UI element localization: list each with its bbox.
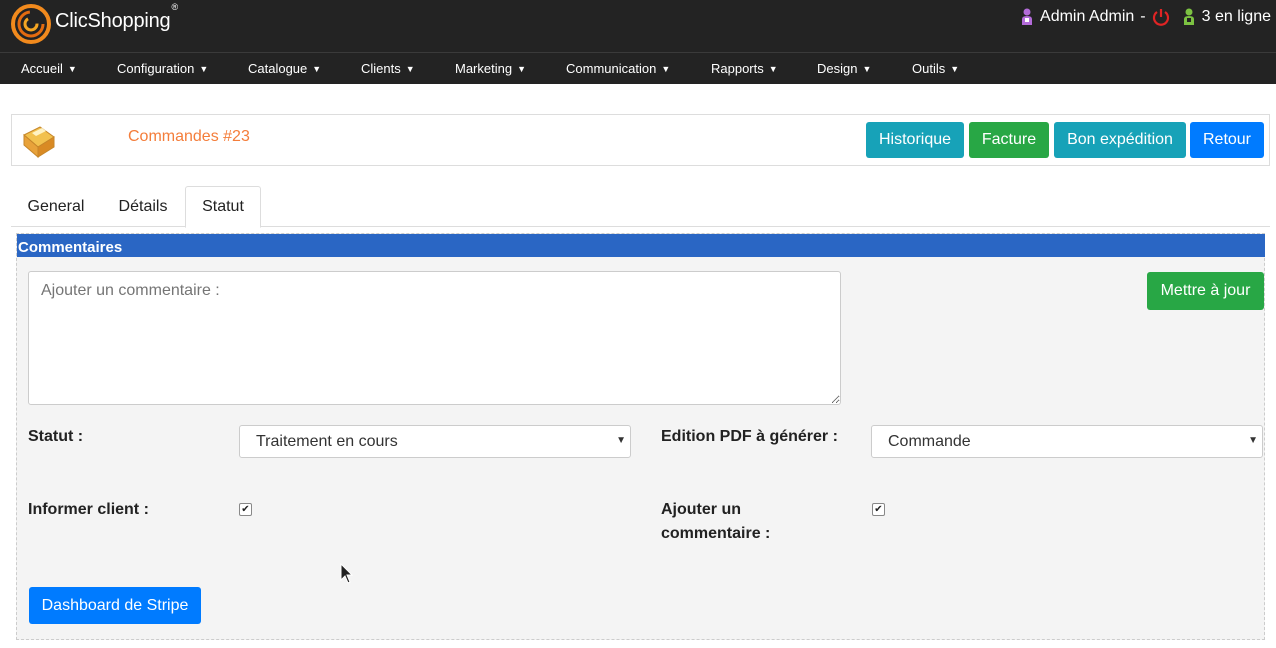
nav-label: Communication [566,61,657,76]
caret-down-icon: ▼ [950,64,960,74]
nav-label: Marketing [455,61,513,76]
tab-status[interactable]: Statut [185,186,261,228]
caret-down-icon: ▼ [768,64,778,74]
user-name[interactable]: Admin Admin [1040,8,1134,26]
user-icon [1022,8,1033,25]
tab-general[interactable]: General [16,186,96,227]
nav-label: Catalogue [248,61,308,76]
notify-customer-label: Informer client : [28,501,149,518]
comment-textarea[interactable] [28,271,841,405]
page-title: Commandes #23 [128,128,250,145]
user-separator: - [1140,8,1146,25]
nav-marketing[interactable]: Marketing ▼ [455,61,526,76]
user-box: Admin Admin - 3 en ligne [1020,8,1271,26]
nav-catalogue[interactable]: Catalogue ▼ [248,61,321,76]
invoice-button[interactable]: Facture [969,122,1049,158]
caret-down-icon: ▼ [517,64,526,74]
add-comment-checkbox[interactable]: ✔ [872,503,885,516]
nav-clients[interactable]: Clients ▼ [361,61,415,76]
brand-mark: ® [171,2,178,13]
tab-details[interactable]: Détails [103,186,183,227]
brand-text: ClicShopping [55,10,171,32]
caret-down-icon: ▼ [312,64,322,74]
status-label: Statut : [28,428,84,445]
shipping-slip-button[interactable]: Bon expédition [1054,122,1186,158]
page-header: Commandes #23 Historique Facture Bon exp… [11,114,1270,166]
nav-outils[interactable]: Outils ▼ [912,61,959,76]
clicshopping-logo-icon[interactable] [11,4,51,44]
update-button[interactable]: Mettre à jour [1147,272,1264,310]
section-title: Commentaires [17,234,1265,257]
status-select[interactable]: Traitement en cours ▼ [239,425,631,458]
orders-book-icon [23,126,55,159]
status-select-value: Traitement en cours [256,433,398,450]
status-tab-content: Commentaires Mettre à jour Statut : Trai… [16,233,1265,640]
select-arrow-icon: ▼ [616,435,626,446]
pdf-label: Edition PDF à générer : [661,428,838,445]
mouse-cursor-icon [340,563,354,584]
caret-down-icon: ▼ [661,64,671,74]
nav-design[interactable]: Design ▼ [817,61,871,76]
nav-label: Configuration [117,61,195,76]
nav-label: Rapports [711,61,764,76]
caret-down-icon: ▼ [67,64,77,74]
add-comment-label: Ajouter un commentaire : [661,501,771,542]
select-arrow-icon: ▼ [1248,435,1258,446]
caret-down-icon: ▼ [199,64,209,74]
back-button[interactable]: Retour [1190,122,1264,158]
nav-accueil[interactable]: Accueil ▼ [21,61,77,76]
caret-down-icon: ▼ [862,64,872,74]
nav-communication[interactable]: Communication ▼ [566,61,670,76]
nav-label: Accueil [21,61,63,76]
nav-label: Design [817,61,858,76]
stripe-dashboard-button[interactable]: Dashboard de Stripe [29,587,201,624]
nav-configuration[interactable]: Configuration ▼ [117,61,208,76]
pdf-select-value: Commande [888,433,971,450]
nav-rapports[interactable]: Rapports ▼ [711,61,778,76]
brand-name[interactable]: ClicShopping® [55,2,178,33]
nav-label: Clients [361,61,401,76]
caret-down-icon: ▼ [405,64,415,74]
order-tabs: General Détails Statut [11,186,1270,228]
online-count[interactable]: 3 en ligne [1202,8,1271,26]
main-nav: Accueil ▼ Configuration ▼ Catalogue ▼ Clien… [0,52,1276,84]
logout-power-icon[interactable] [1152,8,1170,26]
nav-label: Outils [912,61,946,76]
pdf-select[interactable]: Commande ▼ [871,425,1263,458]
online-users-icon [1183,8,1194,25]
notify-customer-checkbox[interactable]: ✔ [239,503,252,516]
history-button[interactable]: Historique [866,122,964,158]
top-bar: ClicShopping® Admin Admin - 3 en ligne [0,0,1276,52]
